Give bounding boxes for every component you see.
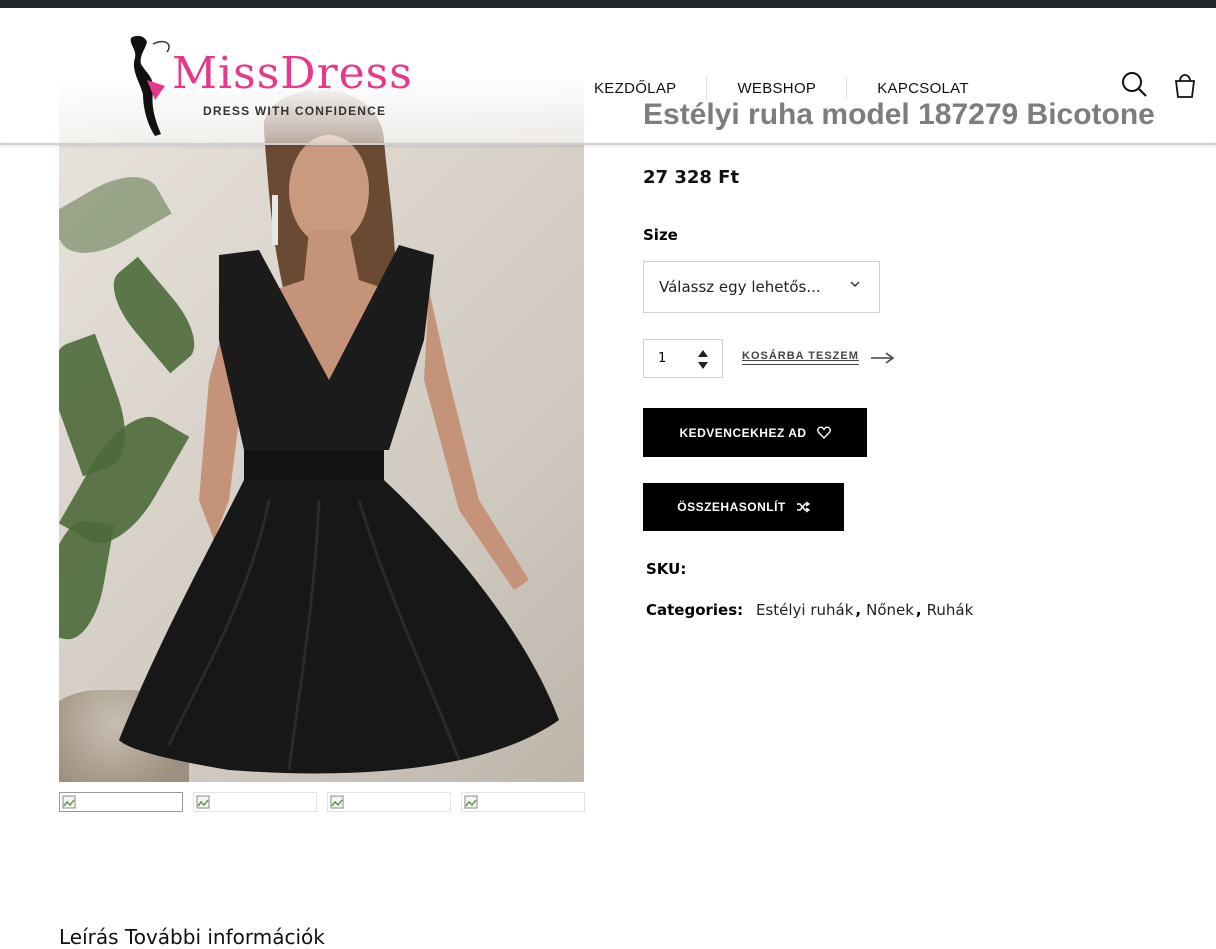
thumbnail-4[interactable]	[461, 792, 585, 812]
product-price: 27 328 Ft	[643, 167, 740, 188]
categories-row: Categories: Estélyi ruhák, Nőnek, Ruhák	[646, 601, 974, 619]
logo-wordmark: MissDress	[172, 48, 413, 99]
header-divider	[0, 143, 1216, 145]
search-icon[interactable]	[1120, 70, 1150, 100]
categories-label: Categories:	[646, 601, 744, 619]
broken-image-icon	[464, 795, 478, 809]
decrement-icon[interactable]	[697, 361, 709, 371]
site-logo[interactable]: MissDress DRESS WITH CONFIDENCE	[125, 34, 445, 138]
category-link[interactable]: Nőnek	[866, 601, 914, 619]
broken-image-icon	[330, 795, 344, 809]
quantity-stepper[interactable]: 1	[643, 339, 723, 378]
compare-button-label: ÖSSZEHASONLÍT	[677, 500, 786, 514]
sku-row: SKU:	[646, 560, 694, 578]
sku-label: SKU:	[646, 560, 687, 578]
broken-image-icon	[196, 795, 210, 809]
shopping-bag-icon[interactable]	[1170, 70, 1200, 100]
nav-item-home[interactable]: KEZDŐLAP	[594, 80, 676, 97]
nav-divider	[706, 76, 708, 100]
size-select[interactable]: Válassz egy lehetős...	[643, 261, 880, 313]
wishlist-button-label: KEDVENCEKHEZ AD	[679, 425, 807, 440]
shuffle-icon	[796, 501, 810, 513]
thumbnail-1[interactable]	[59, 792, 183, 812]
increment-icon[interactable]	[697, 348, 709, 358]
category-link[interactable]: Estélyi ruhák	[756, 601, 853, 619]
size-select-value: Válassz egy lehetős...	[659, 278, 821, 296]
category-link[interactable]: Ruhák	[927, 601, 974, 619]
chevron-down-icon	[850, 281, 860, 288]
thumbnail-2[interactable]	[193, 792, 317, 812]
nav-item-webshop[interactable]: WEBSHOP	[737, 80, 816, 97]
size-label: Size	[643, 226, 678, 244]
heart-icon	[816, 426, 831, 439]
product-tabs-partial[interactable]: Leírás További információk	[59, 925, 325, 949]
logo-tagline: DRESS WITH CONFIDENCE	[203, 104, 387, 118]
quantity-value[interactable]: 1	[658, 351, 666, 366]
product-main-image[interactable]	[59, 80, 584, 782]
add-to-wishlist-button[interactable]: KEDVENCEKHEZ AD	[643, 408, 867, 457]
thumbnail-3[interactable]	[327, 792, 451, 812]
model-in-black-dress	[119, 90, 559, 774]
compare-button[interactable]: ÖSSZEHASONLÍT	[643, 483, 844, 531]
product-title: Estélyi ruha model 187279 Bicotone	[643, 98, 1155, 131]
arrow-right-icon[interactable]	[871, 351, 895, 365]
broken-image-icon	[62, 795, 76, 809]
nav-divider	[846, 76, 848, 100]
nav-item-contact[interactable]: KAPCSOLAT	[877, 80, 969, 97]
add-to-cart-link[interactable]: KOSÁRBA TESZEM	[742, 350, 859, 365]
main-nav: KEZDŐLAP WEBSHOP KAPCSOLAT	[594, 76, 969, 100]
top-bar	[0, 0, 1216, 15]
